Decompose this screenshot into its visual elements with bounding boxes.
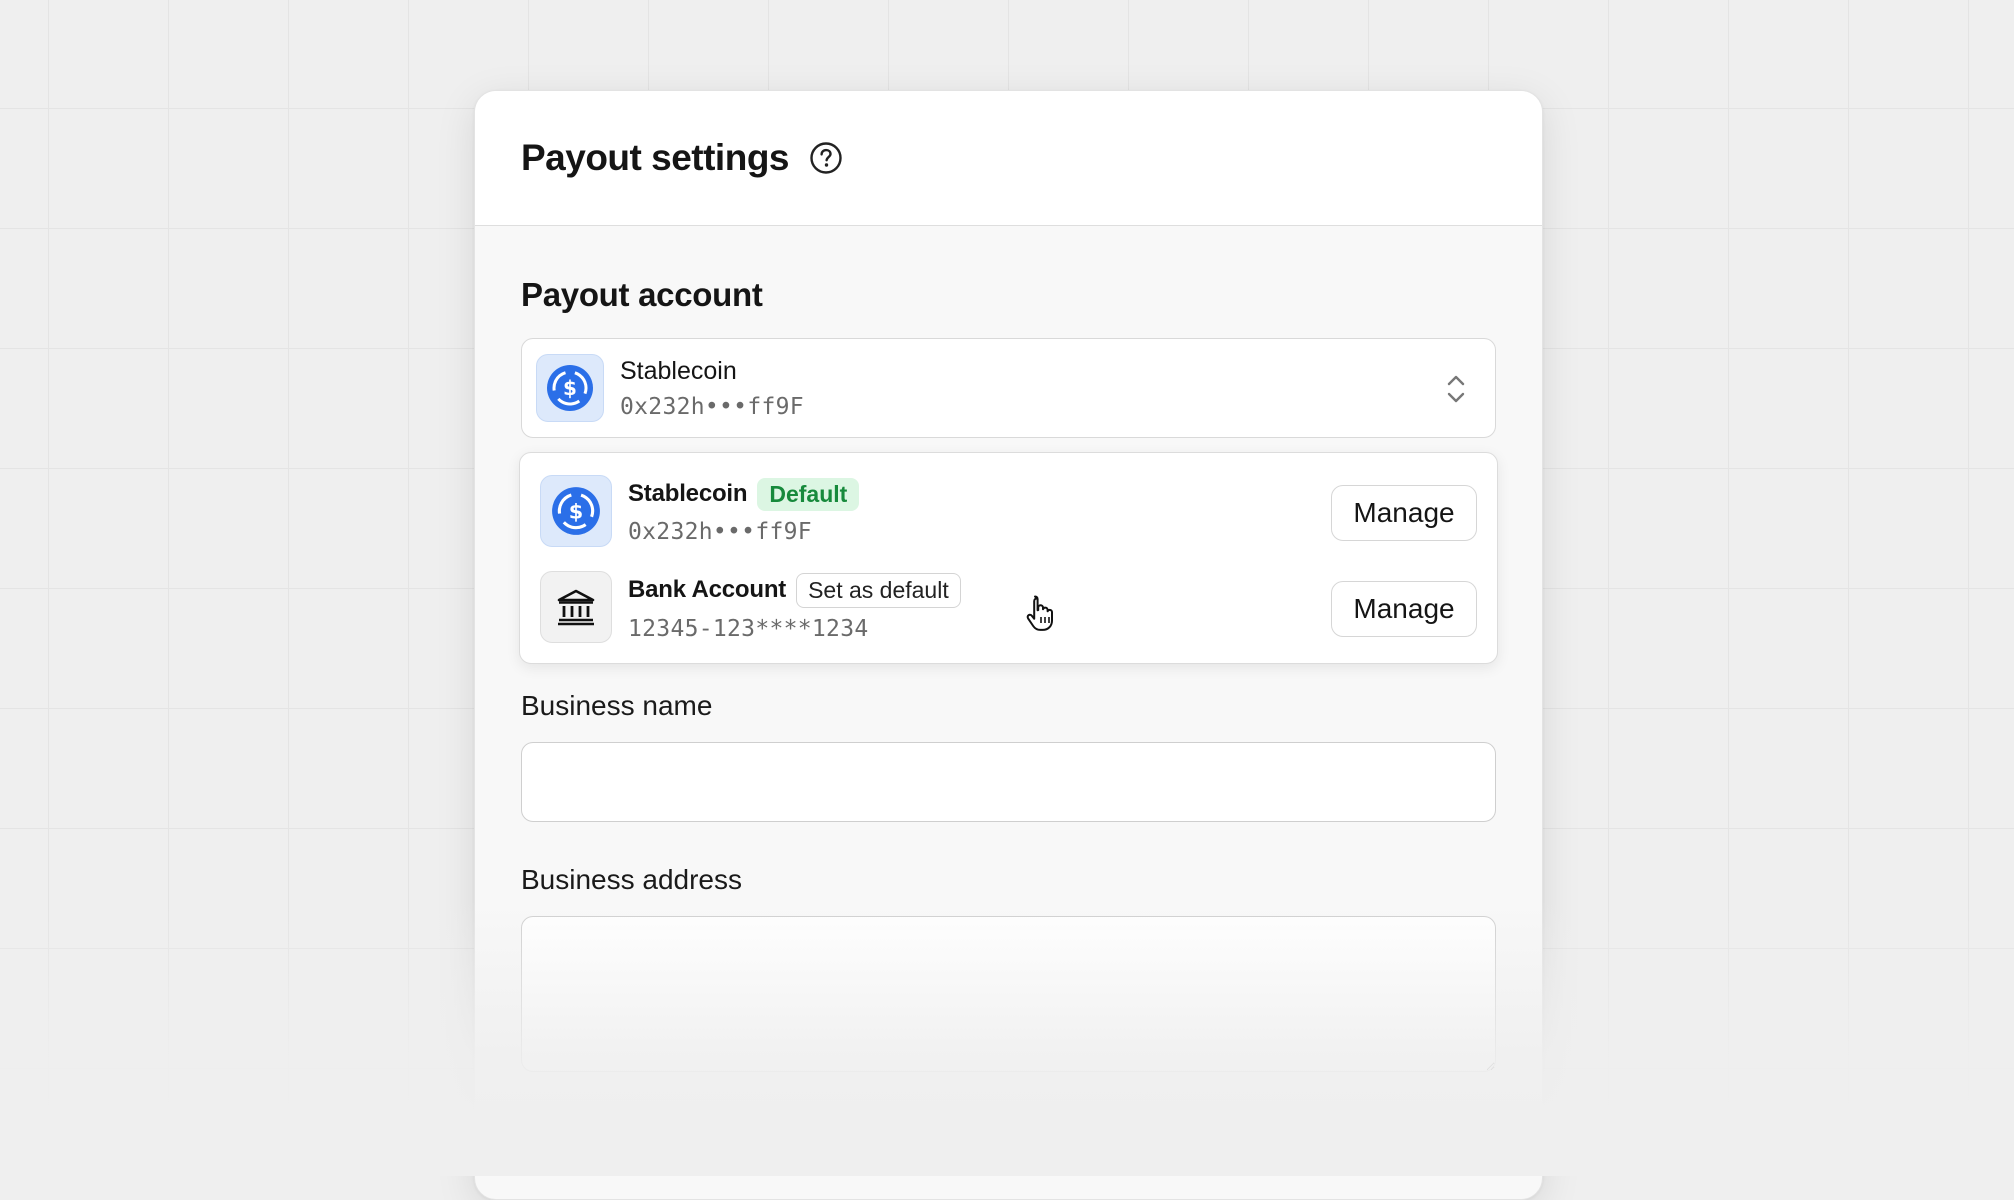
business-address-textarea[interactable] — [521, 916, 1496, 1072]
svg-text:$: $ — [569, 499, 583, 523]
option-name: Bank Account — [628, 576, 787, 603]
payout-settings-card: Payout settings Payout account $ Stablec… — [474, 90, 1543, 1200]
account-option-bank[interactable]: Bank Account Set as default 12345-123***… — [540, 569, 1477, 645]
set-as-default-button[interactable]: Set as default — [796, 572, 961, 608]
question-circle-icon[interactable] — [809, 141, 843, 175]
payout-account-title: Payout account — [521, 276, 763, 313]
bank-icon — [540, 571, 612, 643]
manage-stablecoin-button[interactable]: Manage — [1331, 485, 1477, 541]
usdc-coin-icon: $ — [536, 354, 604, 422]
card-header: Payout settings — [475, 91, 1542, 226]
chevron-up-down-icon[interactable] — [1445, 373, 1467, 405]
business-name-input[interactable] — [521, 742, 1496, 822]
svg-text:$: $ — [563, 376, 577, 400]
selected-account-name: Stablecoin — [620, 356, 737, 385]
business-name-label: Business name — [521, 690, 713, 721]
page-title: Payout settings — [521, 137, 790, 178]
business-tax-id-label: Business tax ID — [521, 1117, 716, 1148]
business-address-label: Business address — [521, 864, 743, 895]
payout-account-dropdown: $ Stablecoin Default 0x232h•••ff9F Manag… — [519, 452, 1498, 664]
card-body: Payout account $ Stablecoin 0x232h•••ff9… — [475, 226, 1542, 1149]
default-badge: Default — [757, 477, 860, 511]
option-name: Stablecoin — [628, 480, 748, 507]
manage-bank-account-button[interactable]: Manage — [1331, 581, 1477, 637]
usdc-coin-icon: $ — [540, 475, 612, 547]
account-option-stablecoin[interactable]: $ Stablecoin Default 0x232h•••ff9F Manag… — [540, 473, 1477, 549]
payout-account-select[interactable]: $ Stablecoin 0x232h•••ff9F — [521, 338, 1496, 438]
hand-pointer-cursor-icon — [1026, 595, 1053, 631]
selected-account-address: 0x232h•••ff9F — [620, 393, 804, 420]
